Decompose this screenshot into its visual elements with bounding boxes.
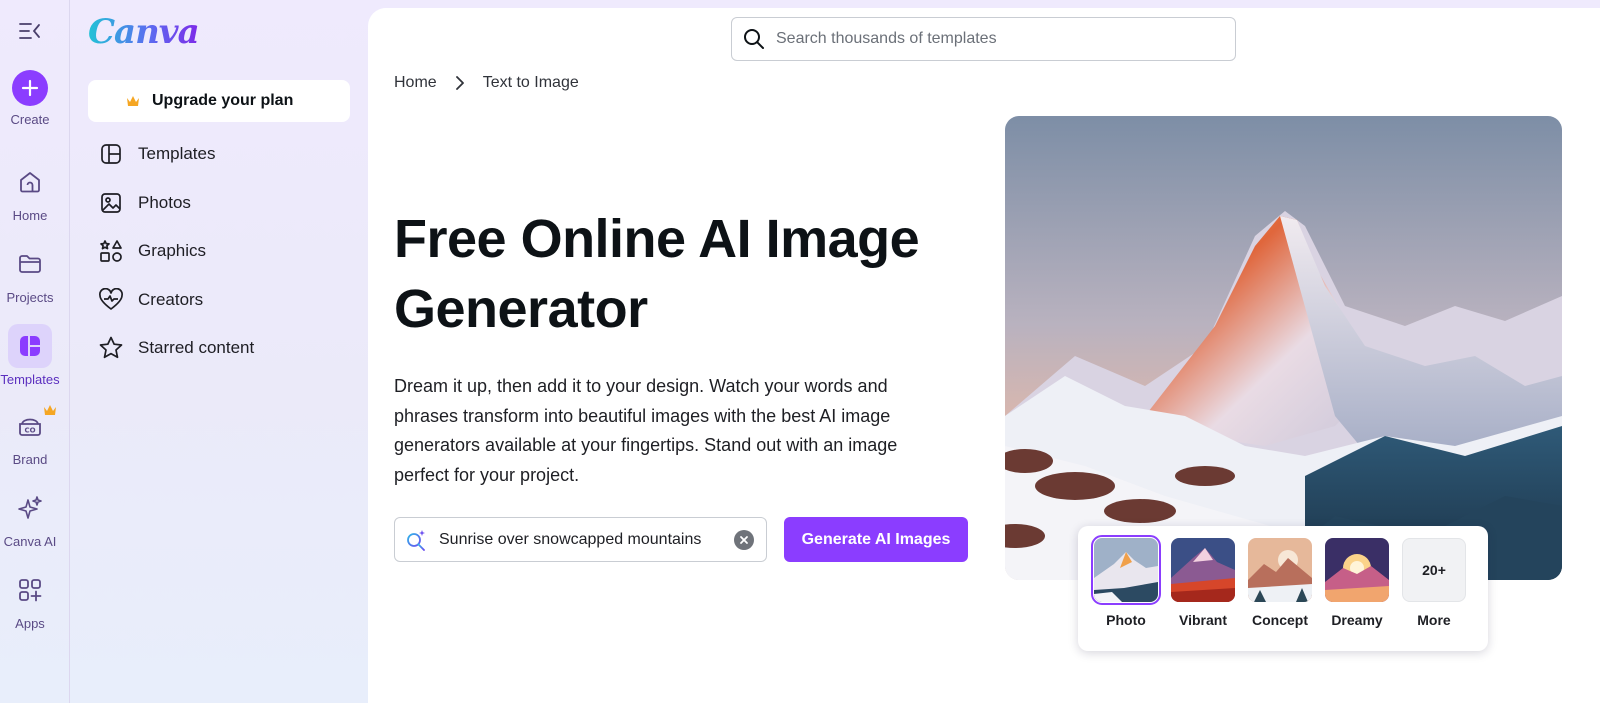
nav-item-creators[interactable]: Creators	[98, 285, 203, 315]
rail-item-home[interactable]: Home	[0, 160, 60, 223]
prompt-field[interactable]	[394, 517, 767, 562]
style-label: Dreamy	[1331, 612, 1383, 628]
page-description: Dream it up, then add it to your design.…	[394, 376, 898, 485]
nav-item-photos[interactable]: Photos	[98, 188, 191, 218]
style-thumbnail	[1091, 535, 1161, 605]
page-title: Free Online AI Image Generator	[394, 204, 974, 344]
style-thumbnail	[1325, 538, 1389, 602]
home-icon	[8, 160, 52, 204]
upgrade-plan-button[interactable]: Upgrade your plan	[88, 80, 350, 122]
rail-item-canva-ai[interactable]: Canva AI	[0, 486, 60, 549]
rail-item-templates[interactable]: Templates	[0, 324, 60, 387]
photo-icon	[98, 190, 124, 216]
rail-item-apps[interactable]: Apps	[0, 568, 60, 631]
nav-item-label: Graphics	[138, 241, 207, 260]
upgrade-plan-label: Upgrade your plan	[152, 92, 294, 109]
templates-icon	[8, 324, 52, 368]
main-content: Home Text to Image Free Online AI Image …	[368, 8, 1600, 703]
breadcrumb-current: Text to Image	[482, 74, 579, 91]
more-count: 20+	[1402, 538, 1466, 602]
sparkle-icon	[8, 486, 52, 530]
templates-outline-icon	[98, 141, 124, 167]
chevron-right-icon	[455, 76, 465, 90]
breadcrumb-home[interactable]: Home	[394, 74, 437, 92]
breadcrumb: Home Text to Image	[394, 74, 579, 92]
style-label: More	[1417, 612, 1451, 628]
star-icon	[98, 335, 124, 361]
collapse-menu-icon[interactable]	[18, 20, 42, 42]
generate-ai-images-button[interactable]: Generate AI Images	[784, 517, 968, 562]
style-option-concept[interactable]: Concept	[1245, 538, 1315, 628]
svg-text:CO: CO	[24, 427, 35, 435]
template-search[interactable]	[731, 17, 1236, 61]
hero-image	[1005, 116, 1562, 580]
crown-icon	[44, 405, 56, 415]
plus-icon	[12, 70, 48, 106]
rail-item-label: Projects	[6, 290, 54, 305]
folder-icon	[8, 242, 52, 286]
rail-item-projects[interactable]: Projects	[0, 242, 60, 305]
style-thumbnail	[1248, 538, 1312, 602]
nav-item-label: Templates	[138, 144, 216, 163]
rail-item-label: Brand	[12, 452, 48, 467]
left-rail: Create Home Projects Templates CO Brand …	[0, 0, 70, 703]
style-picker: Photo Vibrant Concept Dreamy 20+ More	[1078, 526, 1488, 651]
title-line-1: Free Online AI Image	[394, 209, 920, 269]
canva-logo[interactable]: Canva	[88, 12, 200, 52]
search-input[interactable]	[776, 30, 1216, 48]
nav-item-graphics[interactable]: Graphics	[98, 236, 206, 266]
style-option-more[interactable]: 20+ More	[1399, 538, 1469, 628]
crown-icon	[127, 96, 139, 106]
create-label: Create	[10, 112, 50, 127]
nav-item-label: Creators	[138, 290, 204, 309]
side-panel: Canva Upgrade your plan Templates Photos…	[70, 0, 368, 703]
style-option-dreamy[interactable]: Dreamy	[1322, 538, 1392, 628]
style-thumbnail	[1171, 538, 1235, 602]
apps-icon	[8, 568, 52, 612]
rail-item-label: Canva AI	[3, 534, 57, 549]
nav-item-label: Photos	[138, 193, 191, 212]
rail-item-label: Home	[12, 208, 48, 223]
search-icon	[744, 29, 764, 49]
shapes-icon	[98, 238, 124, 264]
style-label: Concept	[1252, 612, 1308, 628]
nav-item-starred[interactable]: Starred content	[98, 333, 254, 363]
title-line-2: Generator	[394, 279, 648, 339]
clear-icon[interactable]	[734, 530, 754, 550]
style-label: Photo	[1106, 612, 1146, 628]
nav-item-label: Starred content	[138, 338, 255, 357]
magic-search-icon	[407, 529, 425, 551]
create-button[interactable]: Create	[0, 70, 60, 127]
style-label: Vibrant	[1179, 612, 1227, 628]
heart-icon	[98, 287, 124, 313]
rail-item-label: Apps	[15, 616, 45, 631]
style-option-vibrant[interactable]: Vibrant	[1168, 538, 1238, 628]
style-option-photo[interactable]: Photo	[1091, 535, 1161, 628]
prompt-input[interactable]	[439, 530, 724, 549]
rail-item-label: Templates	[0, 372, 60, 387]
nav-item-templates[interactable]: Templates	[98, 139, 215, 169]
